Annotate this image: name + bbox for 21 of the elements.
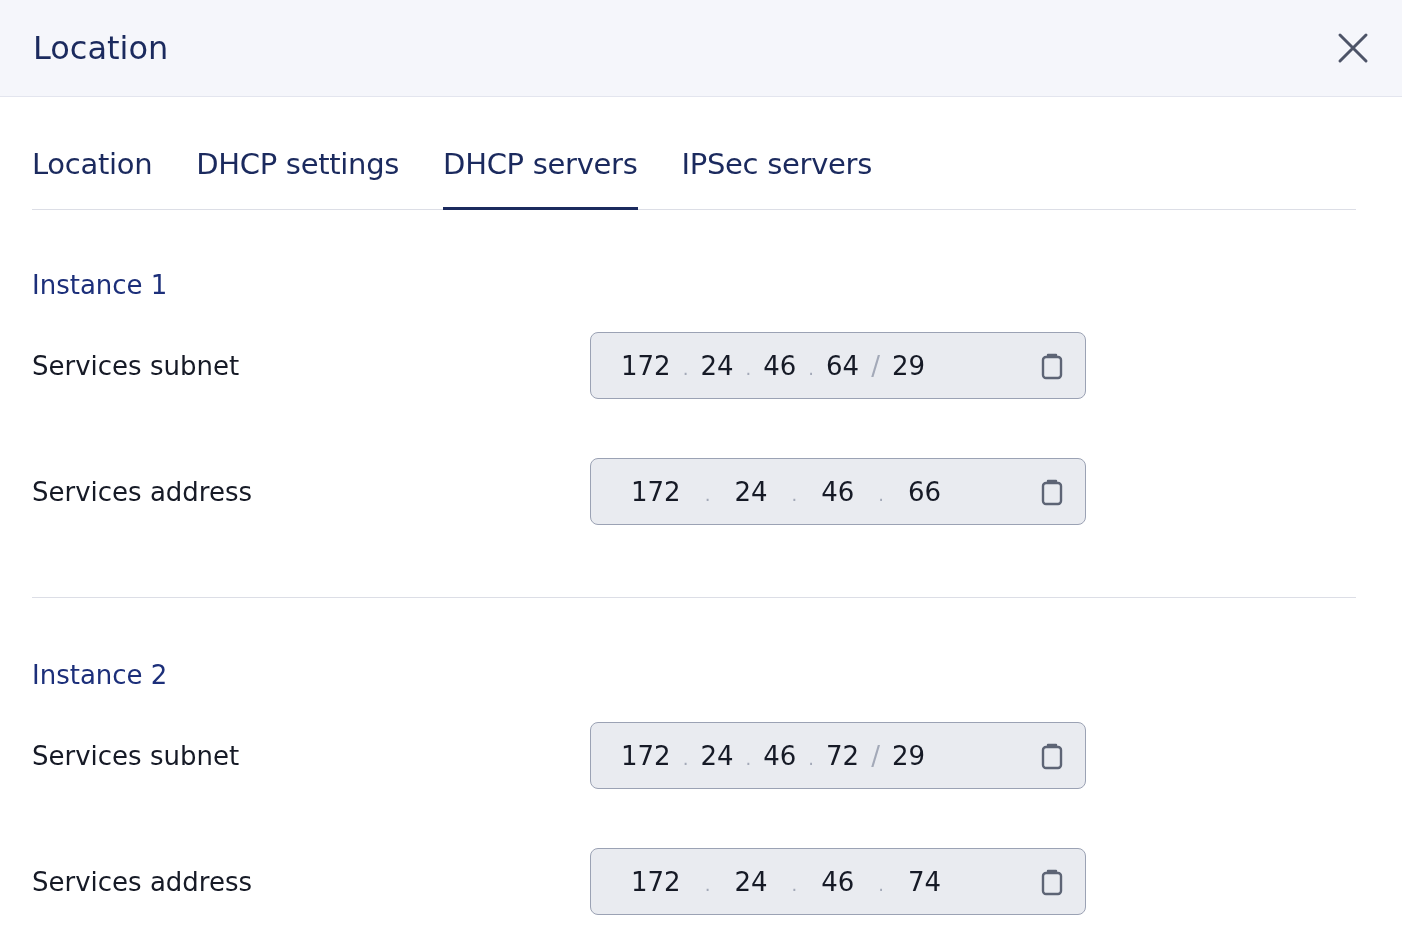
tab[interactable]: DHCP servers <box>443 147 638 210</box>
ip-input-field[interactable]: 172 . 24 . 46 . 66 <box>590 458 1086 525</box>
instance-heading: Instance 2 <box>32 660 169 690</box>
close-icon <box>1336 31 1370 65</box>
ip-input-field[interactable]: 172 . 24 . 46 . 64 / 29 <box>590 332 1086 399</box>
tab[interactable]: Location <box>32 147 153 210</box>
field-label: Services address <box>32 476 254 507</box>
clipboard-icon[interactable] <box>1041 741 1063 770</box>
ip-input-field[interactable]: 172 . 24 . 46 . 72 / 29 <box>590 722 1086 789</box>
ip-input-field[interactable]: 172 . 24 . 46 . 74 <box>590 848 1086 915</box>
field-label: Services subnet <box>32 350 241 381</box>
tab[interactable]: DHCP settings <box>196 147 400 210</box>
clipboard-icon[interactable] <box>1041 867 1063 896</box>
instance-heading: Instance 1 <box>32 270 169 300</box>
clipboard-icon[interactable] <box>1041 351 1063 380</box>
field-label: Services address <box>32 866 254 897</box>
clipboard-icon[interactable] <box>1041 477 1063 506</box>
close-button[interactable] <box>1336 31 1370 65</box>
tab[interactable]: IPSec servers <box>681 147 872 210</box>
dialog-title: Location <box>33 29 169 67</box>
field-label: Services subnet <box>32 740 241 771</box>
